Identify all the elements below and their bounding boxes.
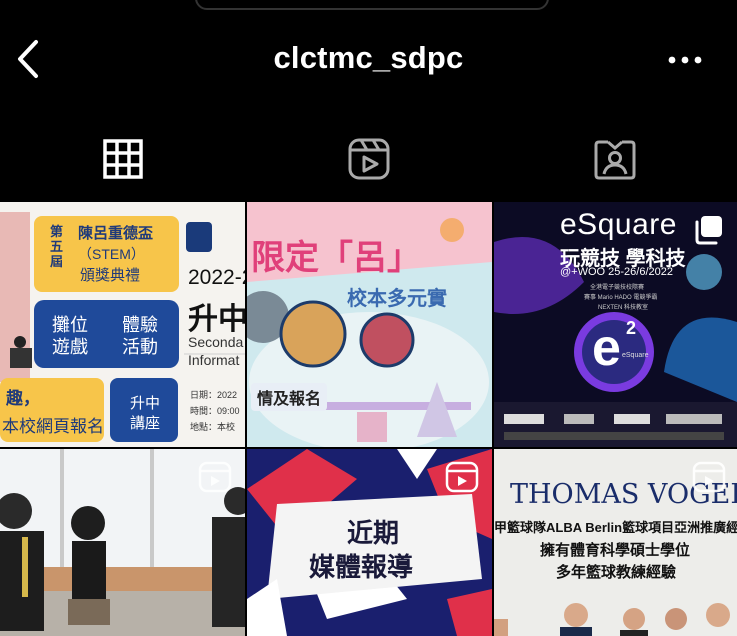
tab-posts-grid[interactable]: [0, 118, 245, 200]
reels-icon: [348, 138, 389, 180]
reel-icon: [445, 461, 479, 493]
grid-icon: [102, 139, 143, 179]
post-1-information: Informat: [188, 352, 240, 368]
post-1-talk: 升中講座: [130, 395, 161, 432]
post-1-date: 日期：2022: [190, 390, 238, 400]
post-1-reg-line1: 趣，: [6, 389, 40, 408]
profile-header: clctmc_sdpc: [0, 0, 737, 118]
grid-post-2[interactable]: 限定「呂」 校本多元實 情及報名: [247, 202, 492, 447]
post-3-logo-caption: eSquare: [622, 352, 649, 359]
post-2-banner: 限定「呂」: [251, 239, 421, 277]
multiple-posts-icon: [695, 216, 722, 245]
post-1-booth-games: 攤位遊戲: [52, 315, 88, 357]
post-2-tag: 情及報名: [251, 383, 328, 411]
posts-grid: 第五屆 陳呂重德盃 （STEM） 頒獎典禮 攤位遊戲 體驗活動 2022-2 升…: [0, 200, 737, 636]
post-1-activities: 體驗活動: [122, 315, 158, 357]
post-1-heading: 升中: [188, 303, 245, 336]
post-2-subtitle: 校本多元實: [347, 288, 447, 310]
post-6-line2: 擁有體育科學碩士學位: [540, 542, 691, 559]
post-3-logo-sup: 2: [626, 318, 637, 338]
reel-icon: [692, 461, 726, 493]
post-3-small1: 全港電子競技校際賽: [590, 285, 645, 291]
post-3-small3: NEXTEN 科技教室: [598, 305, 649, 311]
post-1-award-title: 陳呂重德盃: [78, 225, 154, 242]
grid-post-6[interactable]: THOMAS VOGEL 甲籃球隊ALBA Berlin籃球項目亞洲推廣經 擁有…: [494, 449, 737, 636]
grid-post-5[interactable]: 近期 媒體報導: [247, 449, 492, 636]
grid-post-4[interactable]: [0, 449, 245, 636]
post-1-place: 地點：本校: [190, 422, 236, 432]
post-1-time: 時間：09:00: [190, 406, 240, 416]
post-1-reg-line2: 本校網頁報名: [2, 417, 104, 436]
post-5-title-line1: 近期: [347, 519, 400, 549]
tab-reels[interactable]: [246, 118, 491, 200]
post-3-dates: @+WOO 25-26/6/2022: [560, 266, 673, 278]
post-3-brand: eSquare: [560, 208, 677, 241]
grid-post-1[interactable]: 第五屆 陳呂重德盃 （STEM） 頒獎典禮 攤位遊戲 體驗活動 2022-2 升…: [0, 202, 245, 447]
reel-icon: [198, 461, 232, 493]
post-5-title-line2: 媒體報導: [309, 553, 414, 583]
post-1-award-ceremony: 頒獎典禮: [80, 267, 141, 284]
grid-post-3[interactable]: eSquare 玩競技 學科技 @+WOO 25-26/6/2022 全港電子競…: [494, 202, 737, 447]
profile-tabs: [0, 118, 737, 200]
more-options-button[interactable]: [664, 46, 708, 74]
post-1-secondary: Seconda: [188, 334, 244, 350]
more-horizontal-icon: [668, 56, 702, 64]
post-1-award-prefix: 第五屆: [50, 224, 64, 269]
post-3-logo-e: e: [592, 319, 621, 377]
profile-username: clctmc_sdpc: [273, 40, 464, 75]
tagged-person-icon: [594, 140, 635, 180]
post-6-line1: 甲籃球隊ALBA Berlin籃球項目亞洲推廣經: [494, 520, 737, 535]
post-1-award-stem: （STEM）: [78, 246, 145, 262]
tab-tagged[interactable]: [492, 118, 737, 200]
post-3-small2: 賽事 Mario HADO 電競爭霸: [584, 295, 658, 301]
post-6-line3: 多年籃球教練經驗: [556, 564, 677, 581]
post-1-year: 2022-2: [188, 266, 245, 289]
